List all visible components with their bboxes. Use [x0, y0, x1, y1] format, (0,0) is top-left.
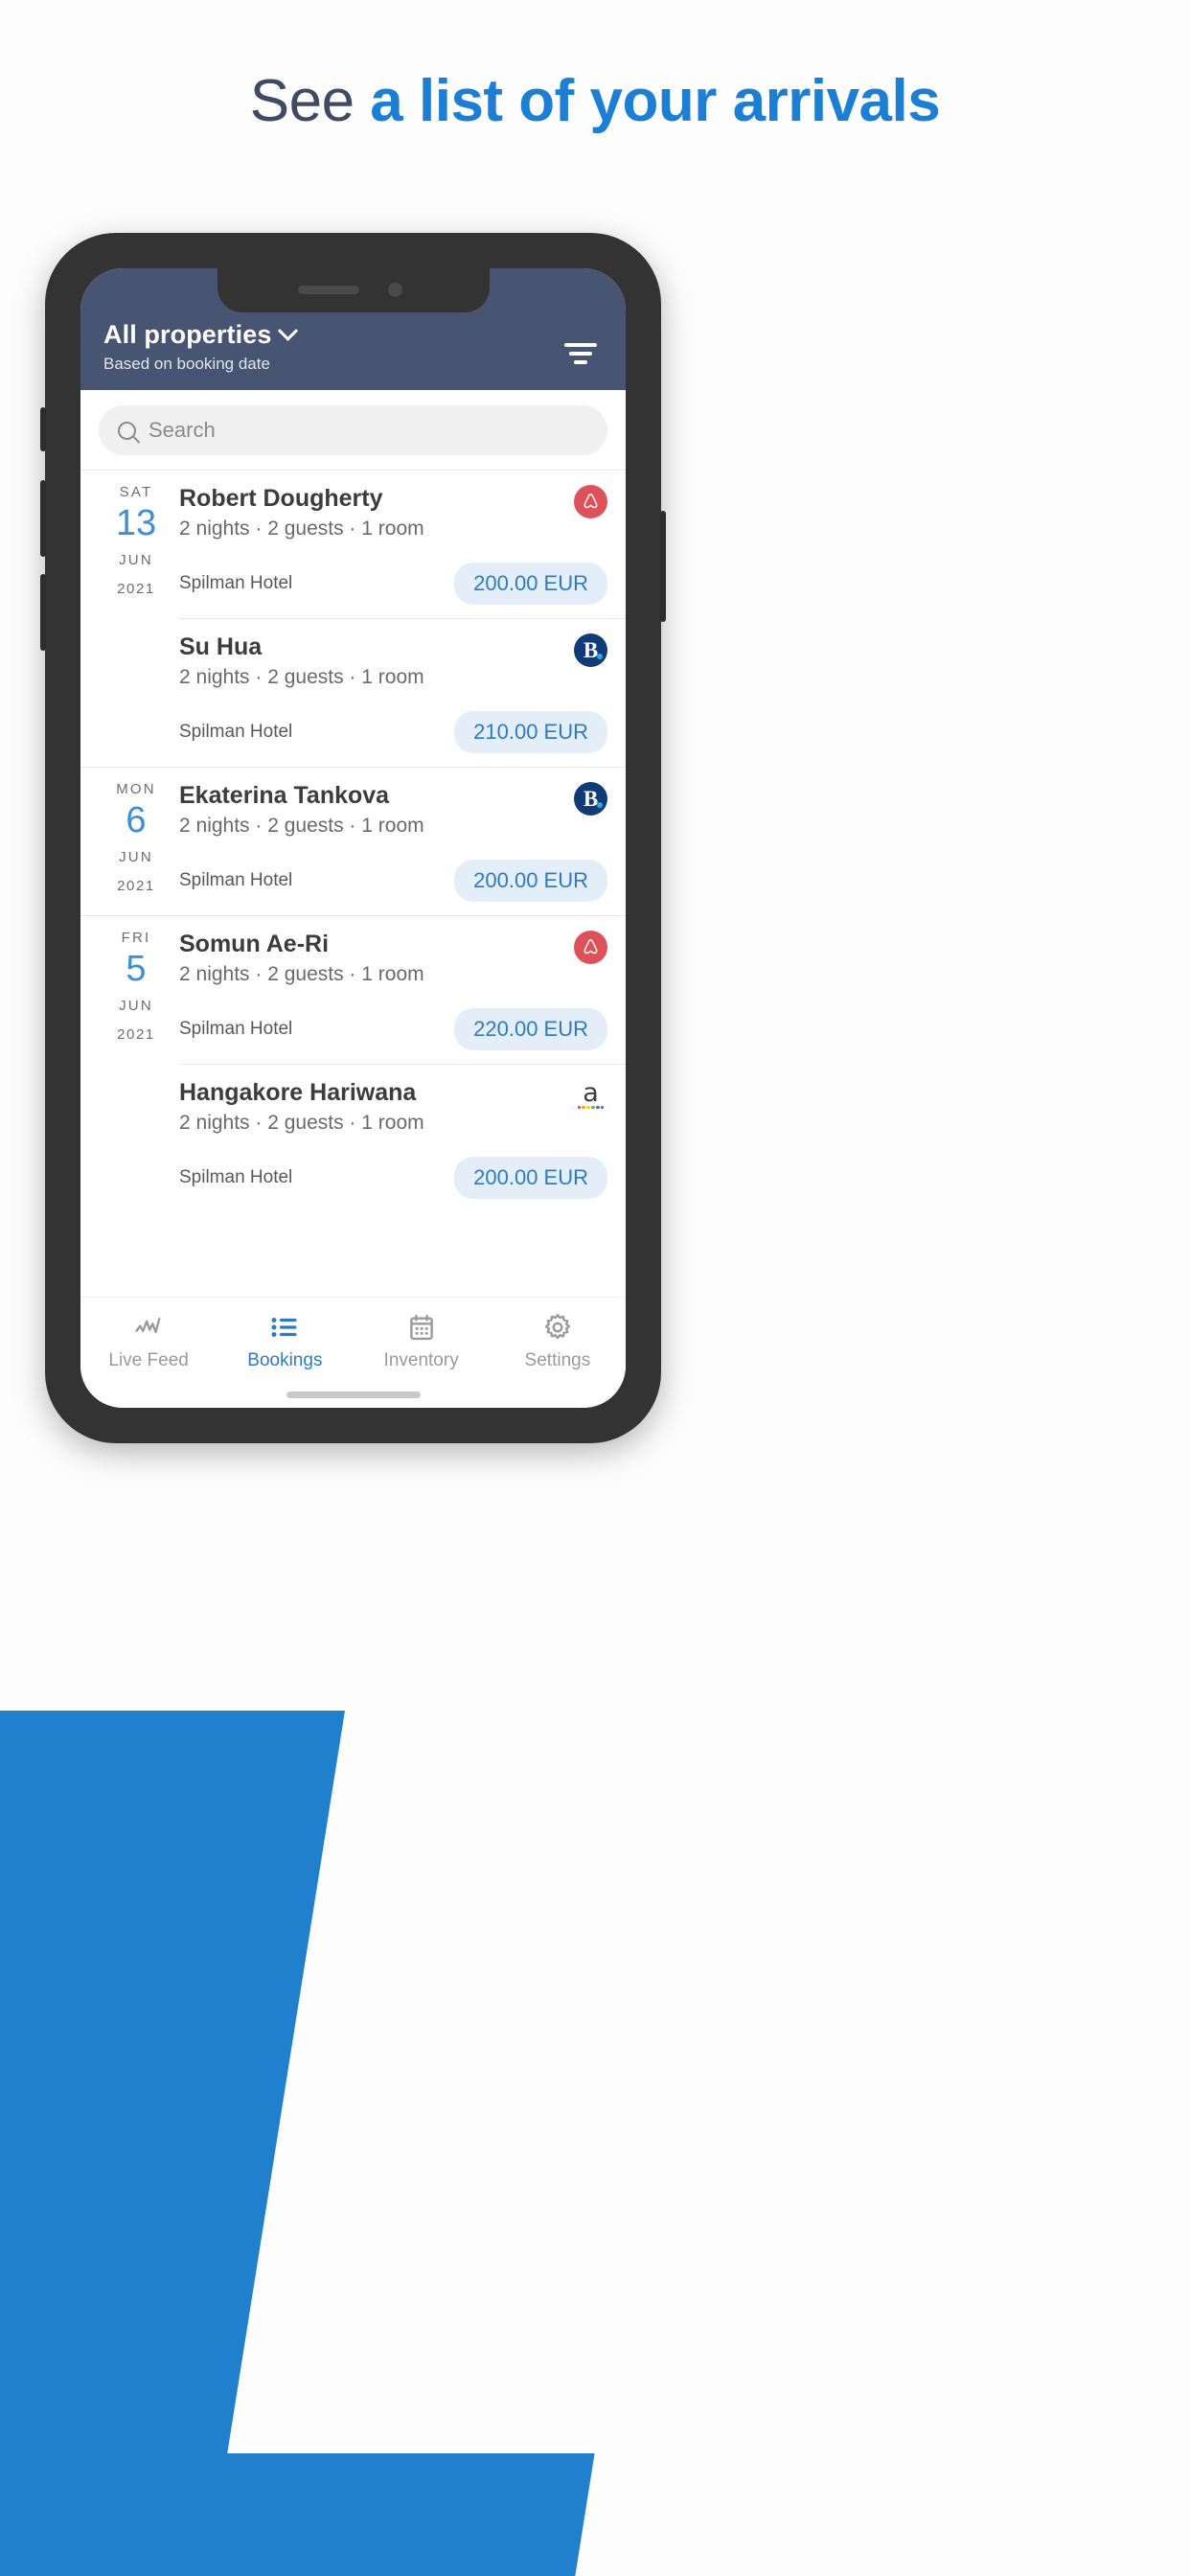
booking-guest-name: Su Hua — [179, 633, 263, 660]
phone-volume-down-button — [40, 574, 46, 651]
booking-date-month: JUN — [119, 998, 153, 1014]
booking-property-name: Spilman Hotel — [179, 870, 293, 890]
page-title: See a list of your arrivals — [0, 61, 1190, 142]
header-subtitle: Based on booking date — [103, 355, 270, 373]
tab-settings-label: Settings — [524, 1350, 591, 1370]
booking-guest-name: Ekaterina Tankova — [179, 782, 390, 809]
phone-notch — [217, 268, 490, 312]
chevron-down-icon[interactable] — [278, 320, 299, 341]
search-icon — [118, 421, 136, 440]
booking-meta: 2 nights · 2 guests · 1 room — [179, 666, 424, 688]
phone-volume-up-button — [40, 480, 46, 557]
tab-inventory[interactable]: Inventory — [354, 1313, 490, 1371]
front-camera-icon — [387, 283, 402, 297]
booking-meta: 2 nights · 2 guests · 1 room — [179, 815, 424, 837]
booking-date-dow: MON — [116, 781, 156, 797]
search-bar-container: Search — [80, 390, 626, 470]
booking-info: Hangakore Hariwana 2 nights · 2 guests · … — [173, 1065, 607, 1212]
phone-power-button — [660, 511, 666, 622]
headline-emphasis: a list of your arrivals — [370, 68, 941, 134]
booking-date-dow: FRI — [121, 930, 151, 946]
search-placeholder: Search — [149, 418, 216, 442]
booking-date-year: 2021 — [117, 878, 155, 894]
booking-date-month: JUN — [119, 552, 153, 568]
tab-live-feed-label: Live Feed — [108, 1350, 189, 1370]
search-input[interactable]: Search — [99, 405, 607, 455]
booking-price-badge: 200.00 EUR — [454, 860, 607, 902]
tab-inventory-label: Inventory — [383, 1350, 459, 1370]
booking-info: Robert Dougherty 2 nights · 2 guests · 1 … — [173, 471, 607, 618]
booking-date: FRI 5 JUN 2021 — [99, 916, 173, 1064]
filter-icon[interactable] — [559, 334, 603, 374]
booking-date-dow: SAT — [119, 484, 153, 500]
bookings-list[interactable]: SAT 13 JUN 2021 Robert Dougherty 2 nights · 2… — [80, 470, 626, 1212]
screenshot-canvas: See a list of your arrivals All properti… — [0, 0, 1190, 2576]
booking-price-badge: 200.00 EUR — [454, 1157, 607, 1199]
tab-bookings[interactable]: Bookings — [217, 1313, 353, 1371]
booking-guest-name: Robert Dougherty — [179, 485, 383, 512]
booking-date — [99, 1065, 173, 1212]
tab-live-feed[interactable]: Live Feed — [80, 1313, 217, 1371]
property-selector[interactable]: All properties Based on booking date — [103, 320, 299, 374]
booking-date: MON 6 JUN 2021 — [99, 768, 173, 915]
tab-settings[interactable]: Settings — [490, 1313, 626, 1371]
booking-property-name: Spilman Hotel — [179, 1019, 293, 1039]
gear-icon — [544, 1314, 570, 1340]
channel-icon-booking-com: B — [574, 633, 607, 667]
earpiece-speaker — [297, 286, 359, 294]
booking-price-badge: 210.00 EUR — [454, 711, 607, 753]
booking-guest-name: Somun Ae-Ri — [179, 931, 330, 957]
booking-date-day: 13 — [115, 503, 157, 543]
booking-date: SAT 13 JUN 2021 — [99, 471, 173, 618]
phone-screen: All properties Based on booking date Sea… — [80, 268, 626, 1408]
channel-icon-booking-com: B — [574, 782, 607, 816]
property-selector-label: All properties — [103, 320, 272, 349]
booking-meta: 2 nights · 2 guests · 1 room — [179, 963, 424, 985]
channel-icon-agoda: a — [574, 1079, 607, 1113]
booking-property-name: Spilman Hotel — [179, 573, 293, 593]
channel-icon-airbnb — [574, 485, 607, 518]
booking-info: Su Hua 2 nights · 2 guests · 1 room B Spilm… — [173, 619, 607, 767]
booking-row[interactable]: FRI 5 JUN 2021 Somun Ae-Ri 2 nights · 2 guest… — [80, 916, 626, 1064]
booking-info: Ekaterina Tankova 2 nights · 2 guests · 1… — [173, 768, 607, 915]
list-icon — [271, 1318, 297, 1337]
booking-meta: 2 nights · 2 guests · 1 room — [179, 518, 424, 540]
booking-date-month: JUN — [119, 849, 153, 865]
phone-mockup: All properties Based on booking date Sea… — [40, 233, 666, 1443]
phone-mute-switch — [40, 407, 46, 451]
headline-plain: See — [249, 68, 371, 134]
calendar-icon — [409, 1314, 433, 1341]
booking-date-year: 2021 — [117, 581, 155, 597]
decorative-blue-wedge-lower — [0, 2453, 595, 2576]
booking-property-name: Spilman Hotel — [179, 1167, 293, 1187]
booking-date-day: 5 — [126, 949, 147, 989]
booking-info: Somun Ae-Ri 2 nights · 2 guests · 1 room S… — [173, 916, 607, 1064]
activity-chart-icon — [135, 1318, 161, 1334]
booking-meta: 2 nights · 2 guests · 1 room — [179, 1112, 424, 1134]
booking-row[interactable]: MON 6 JUN 2021 Ekaterina Tankova 2 nights · 2… — [80, 768, 626, 915]
booking-row[interactable]: SAT 13 JUN 2021 Robert Dougherty 2 nights · 2… — [80, 471, 626, 618]
booking-date-year: 2021 — [117, 1026, 155, 1043]
decorative-blue-wedge — [0, 1711, 346, 2576]
booking-guest-name: Hangakore Hariwana — [179, 1079, 417, 1106]
booking-date — [99, 619, 173, 767]
booking-price-badge: 200.00 EUR — [454, 563, 607, 605]
channel-icon-airbnb — [574, 931, 607, 964]
booking-row[interactable]: Hangakore Hariwana 2 nights · 2 guests · … — [80, 1065, 626, 1212]
booking-property-name: Spilman Hotel — [179, 722, 293, 742]
bottom-navigation: Live Feed Bookings Inventory Settings — [80, 1297, 626, 1408]
booking-row[interactable]: Su Hua 2 nights · 2 guests · 1 room B Spilm… — [80, 619, 626, 767]
booking-price-badge: 220.00 EUR — [454, 1008, 607, 1050]
tab-bookings-label: Bookings — [247, 1350, 323, 1370]
home-indicator — [286, 1392, 421, 1398]
booking-date-day: 6 — [126, 800, 147, 840]
